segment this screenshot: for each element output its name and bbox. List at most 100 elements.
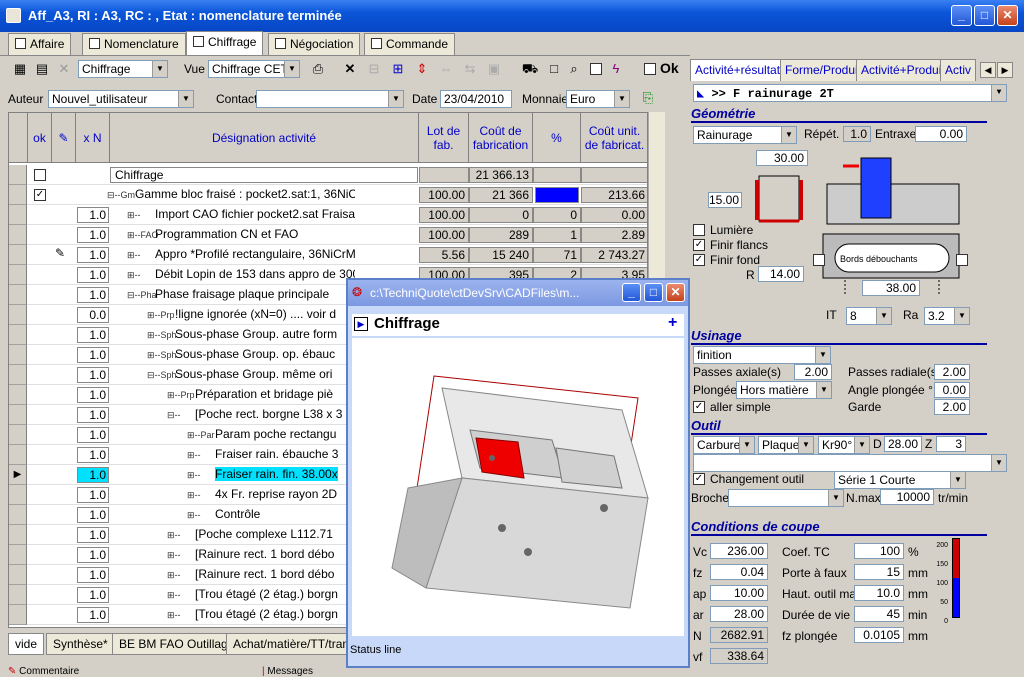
angle-plongee-field[interactable]: 0.00 (934, 382, 970, 398)
dim-height-field[interactable]: 15.00 (708, 192, 742, 208)
fz-field[interactable]: 0.04 (710, 564, 768, 580)
table-row[interactable]: 1.0 Programmation CN et FAO ⊞--FAO 100.00 28… (9, 225, 647, 245)
xn-field[interactable]: 1.0 (77, 587, 109, 603)
row-selector[interactable] (9, 585, 27, 605)
tab-be-bm-fao[interactable]: BE BM FAO Outillage (112, 633, 242, 655)
designation-cell[interactable]: Param poche rectangu (215, 427, 336, 441)
designation-cell[interactable]: Chiffrage (110, 167, 418, 183)
porte-a-faux-field[interactable]: 15 (854, 564, 904, 580)
row-selector[interactable] (9, 205, 27, 225)
xn-field[interactable]: 1.0 (77, 407, 109, 423)
tab-scroll-right[interactable]: ▶ (997, 62, 1013, 78)
row-selector[interactable] (9, 185, 27, 205)
tree-node-icon[interactable]: ⊞-- (127, 270, 141, 281)
designation-cell[interactable]: Sous-phase Group. même ori (175, 367, 332, 381)
cad-close-button[interactable]: ✕ (666, 283, 685, 302)
tab-scroll-left[interactable]: ◀ (980, 62, 996, 78)
row-selector[interactable] (9, 225, 27, 245)
row-selector[interactable] (9, 505, 27, 525)
designation-cell[interactable]: Sous-phase Group. autre form (175, 327, 337, 341)
length-field[interactable]: 38.00 (862, 280, 920, 296)
cad-3d-view[interactable] (352, 338, 684, 636)
designation-cell[interactable]: 4x Fr. reprise rayon 2D (215, 487, 337, 501)
export-icon[interactable]: ⎘ (638, 89, 658, 107)
dim-width-field[interactable]: 30.00 (756, 150, 808, 166)
tab-negociation[interactable]: Négociation (268, 33, 361, 55)
row-selector[interactable] (9, 345, 27, 365)
designation-cell[interactable]: Contrôle (215, 507, 260, 521)
designation-cell[interactable]: [Trou étagé (2 étag.) borgn (195, 587, 338, 601)
row-selector[interactable] (9, 405, 27, 425)
row-selector[interactable] (9, 525, 27, 545)
xn-field[interactable]: 1.0 (77, 567, 109, 583)
designation-cell[interactable]: Sous-phase Group. op. ébauc (175, 347, 335, 361)
geometry-type-combo[interactable]: Rainurage ▼ (693, 126, 797, 144)
merge-icon[interactable]: ⇆ (460, 60, 480, 78)
col-ok[interactable]: ok (28, 113, 52, 163)
designation-cell[interactable]: [Trou étagé (2 étag.) borgn (195, 607, 338, 621)
xn-field[interactable]: 1.0 (77, 527, 109, 543)
xn-field[interactable]: 1.0 (77, 387, 109, 403)
print-icon[interactable]: ⎙ (308, 60, 328, 78)
tree-node-icon[interactable]: ⊞--Prp (167, 390, 195, 401)
xn-field[interactable]: 1.0 (77, 247, 109, 263)
search-icon[interactable]: ⌕ (564, 60, 584, 78)
tree-node-icon[interactable]: ⊟--Gm (107, 190, 135, 201)
form-icon[interactable]: ▤ (32, 60, 52, 78)
grid-icon[interactable]: ▦ (10, 60, 30, 78)
row-selector[interactable] (9, 445, 27, 465)
xn-field[interactable]: 1.0 (77, 507, 109, 523)
xn-field[interactable]: 1.0 (77, 447, 109, 463)
designation-cell[interactable]: Phase fraisage plaque principale (155, 287, 329, 301)
activity-header-combo[interactable]: ◣ >> F rainurage 2T ▼ (693, 84, 1007, 102)
r-field[interactable]: 14.00 (758, 266, 804, 282)
lumiere-checkbox[interactable] (693, 224, 705, 236)
bord-left-checkbox[interactable] (813, 254, 825, 266)
table-row[interactable]: 1.0 Import CAO fichier pocket2.sat Fraisa… (9, 205, 647, 225)
designation-cell[interactable]: Débit Lopin de 153 dans appro de 3000 se… (155, 267, 355, 281)
commentaire-label[interactable]: ✎ Commentaire (8, 666, 79, 677)
close-button[interactable]: ✕ (997, 5, 1018, 26)
messages-label[interactable]: | Messages (262, 666, 313, 677)
row-selector[interactable] (9, 305, 27, 325)
tab-vide[interactable]: vide (8, 633, 45, 655)
auteur-combo[interactable]: Nouvel_utilisateur ▼ (48, 90, 194, 108)
xn-field[interactable]: 1.0 (77, 227, 109, 243)
col-cout-unit[interactable]: Coût unit. de fabricat. (581, 113, 647, 163)
cad-minimize-button[interactable]: _ (622, 283, 641, 302)
date-field[interactable]: 23/04/2010 (440, 90, 512, 108)
ap-field[interactable]: 10.00 (710, 585, 768, 601)
xn-field[interactable]: 1.0 (77, 427, 109, 443)
passes-radiales-field[interactable]: 2.00 (934, 364, 970, 380)
vue-combo[interactable]: Chiffrage CETI ▼ (208, 60, 300, 78)
broche-combo[interactable]: ▼ (728, 489, 844, 507)
designation-cell[interactable]: [Poche complexe L112.71 (195, 527, 333, 541)
outil-matiere-combo[interactable]: Carbure ▼ (693, 436, 755, 454)
tab-activite-produit[interactable]: Activité+Produit (856, 59, 950, 81)
designation-cell[interactable]: Fraiser rain. fin. 38.00x (215, 467, 338, 481)
table-row[interactable]: Chiffrage 21 366.13 (9, 165, 647, 185)
row-selector[interactable] (9, 425, 27, 445)
n-field[interactable]: 2682.91 (710, 627, 768, 643)
serie-combo[interactable]: Série 1 Courte ▼ (834, 471, 966, 489)
tree-node-icon[interactable]: ⊞--Prp (147, 310, 175, 321)
row-selector[interactable] (9, 325, 27, 345)
delete-disabled-icon[interactable]: ✕ (54, 60, 74, 78)
it-combo[interactable]: 8 ▼ (846, 307, 892, 325)
tree-collapse-icon[interactable]: ⊟ (364, 60, 384, 78)
tab-nomenclature[interactable]: Nomenclature (82, 33, 186, 55)
tree-node-icon[interactable]: ⊞-- (187, 510, 201, 521)
row-selector[interactable] (9, 605, 27, 625)
ok-checkbox[interactable] (644, 63, 656, 75)
finir-flancs-checkbox[interactable]: ✓ (693, 239, 705, 251)
car-icon[interactable]: ⛟ (520, 60, 540, 78)
designation-cell[interactable]: [Rainure rect. 1 bord débo (195, 547, 334, 561)
view-combo[interactable]: Chiffrage ▼ (78, 60, 168, 78)
designation-cell[interactable]: [Poche rect. borgne L38 x 3 (195, 407, 342, 421)
tree-node-icon[interactable]: ⊞-- (167, 550, 181, 561)
designation-cell[interactable]: Préparation et bridage piè (195, 387, 333, 401)
xn-field[interactable]: 1.0 (77, 547, 109, 563)
row-selector[interactable] (9, 545, 27, 565)
pencil-icon[interactable]: ✎ (55, 246, 65, 260)
xn-field[interactable]: 1.0 (77, 287, 109, 303)
